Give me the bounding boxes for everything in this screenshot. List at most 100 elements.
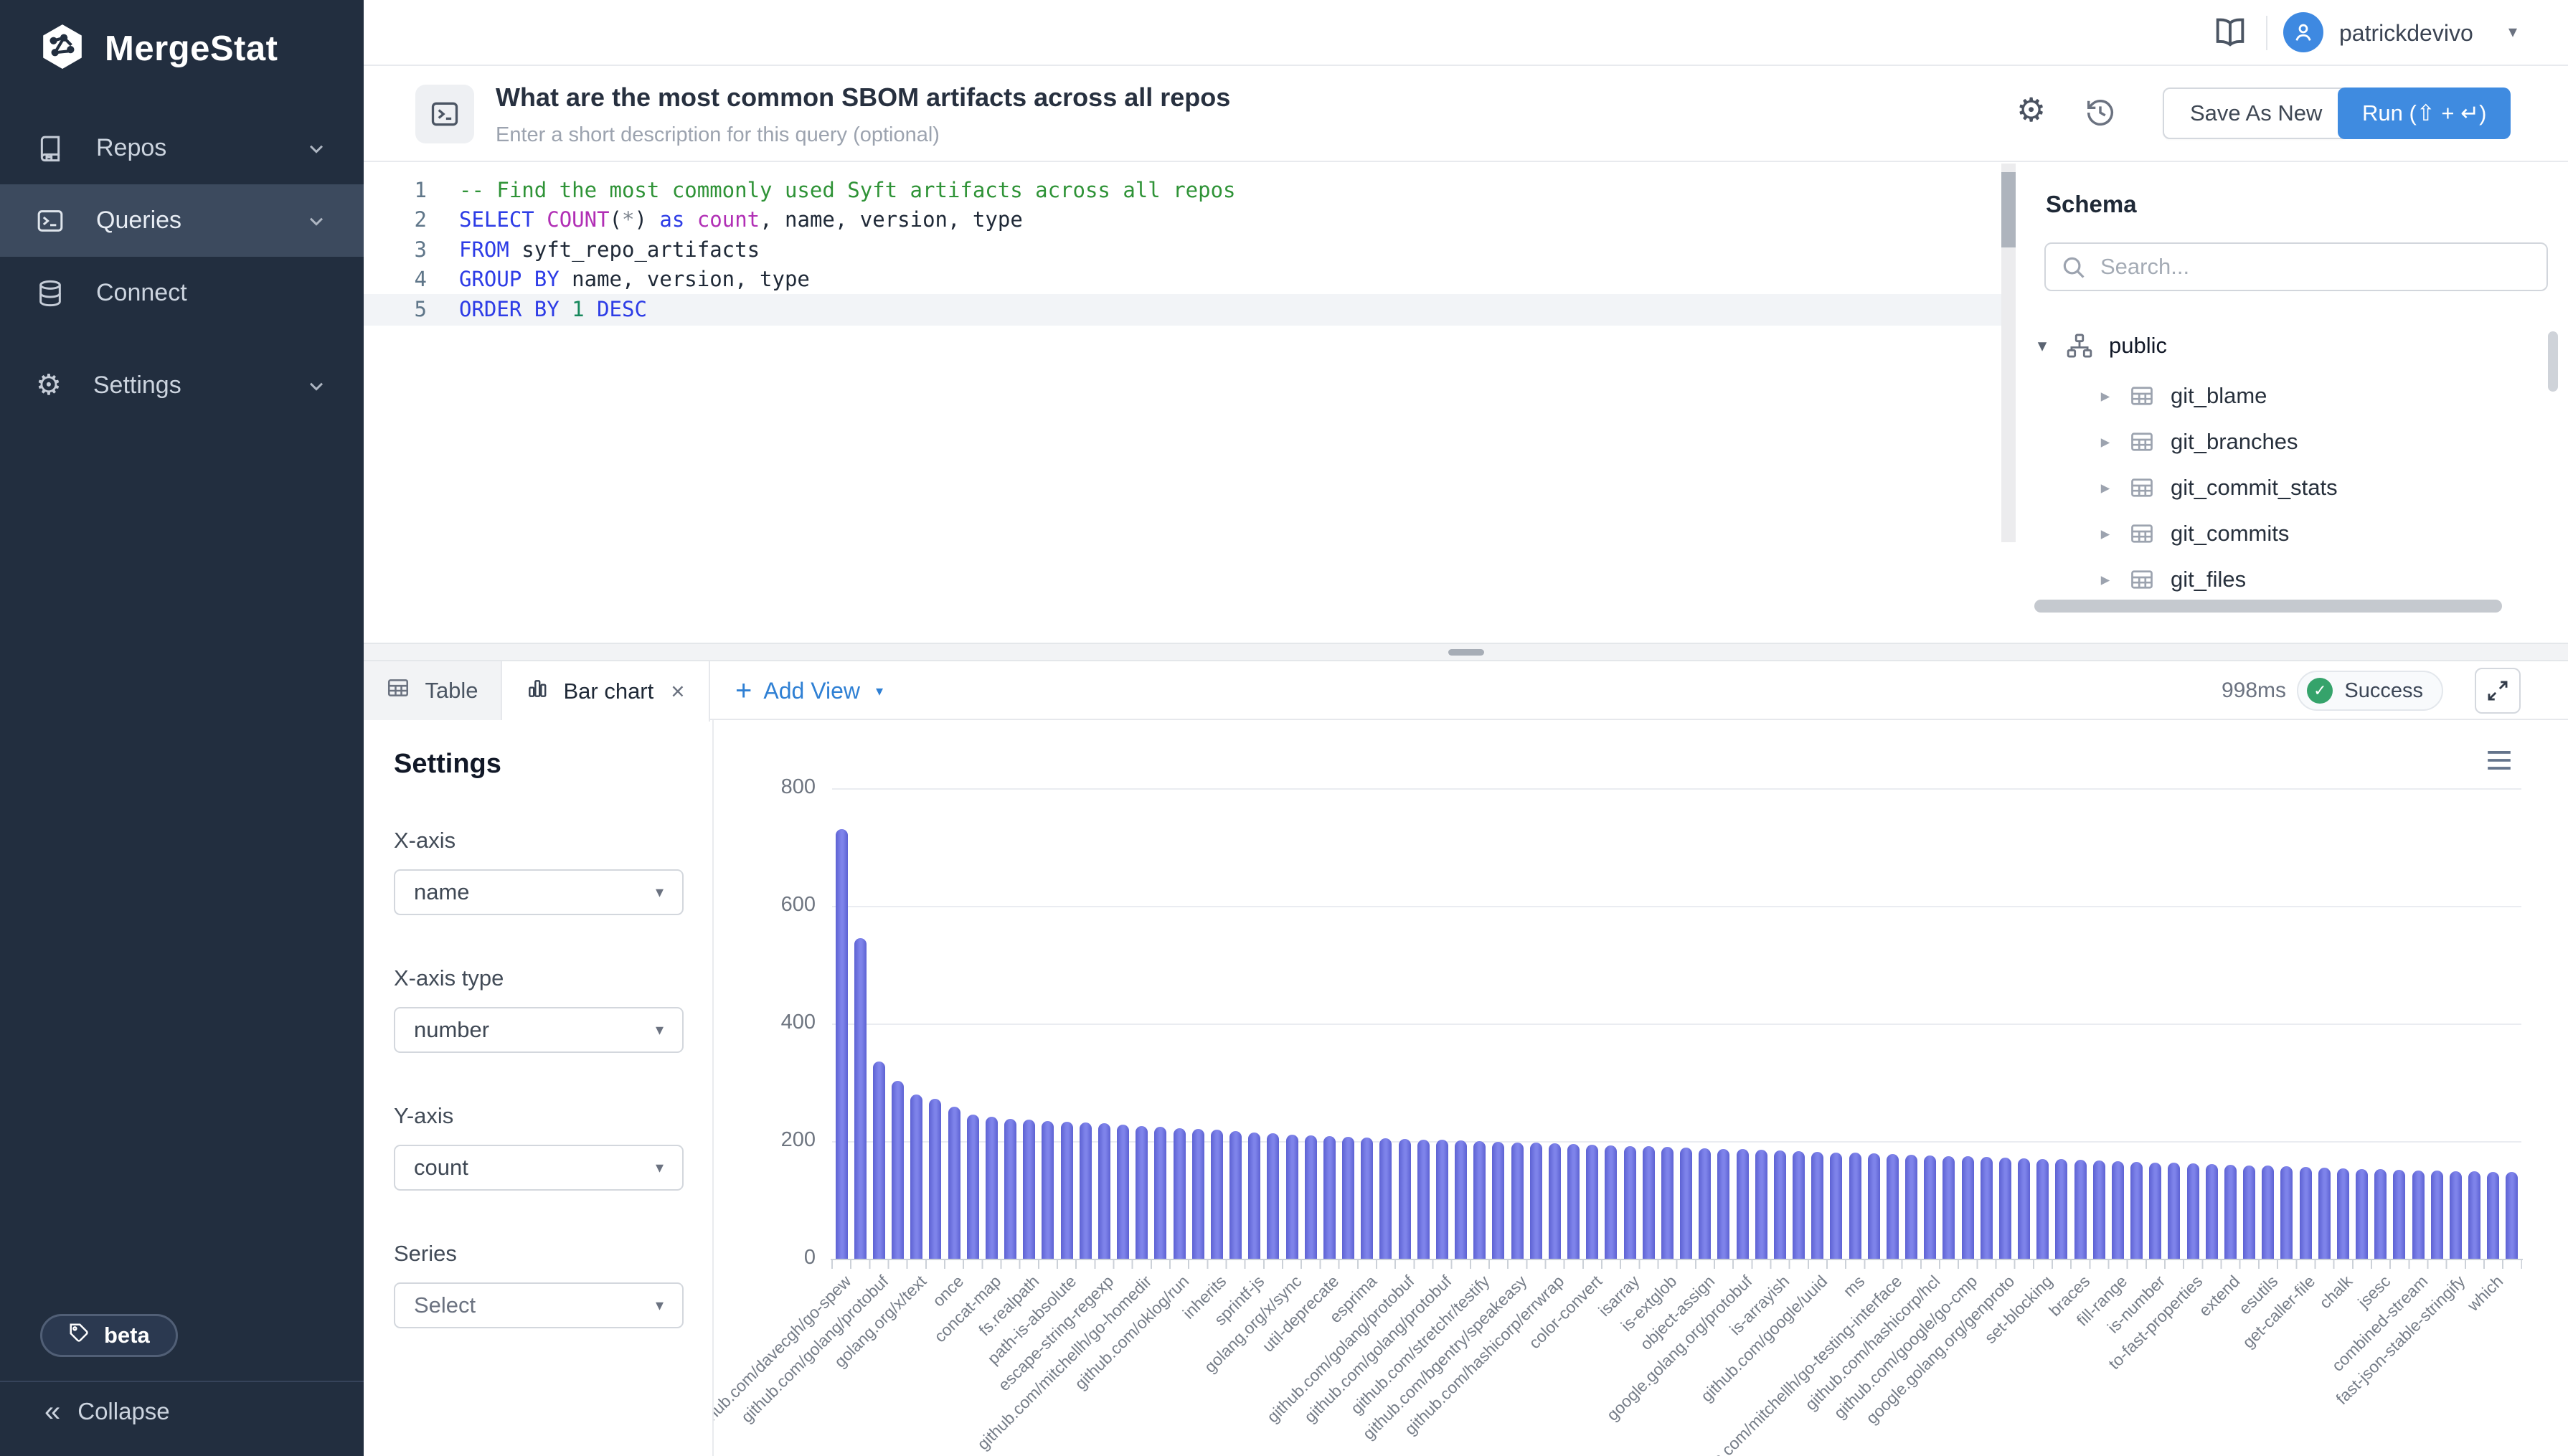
tree-node-git_blame[interactable]: ▸git_blame [2017,373,2548,419]
caret-right-icon[interactable]: ▸ [2095,477,2116,498]
bar[interactable] [2412,1171,2425,1259]
bar[interactable] [1267,1133,1279,1259]
bar[interactable] [1061,1122,1073,1259]
username[interactable]: patrickdevivo [2339,20,2473,47]
bar[interactable] [1699,1148,1711,1259]
sidebar-item-queries[interactable]: Queries [0,184,364,257]
bar[interactable] [1530,1143,1542,1259]
bar[interactable] [948,1107,960,1259]
bar[interactable] [1661,1147,1674,1259]
sql-editor[interactable]: 1-- Find the most commonly used Syft art… [364,162,2017,643]
bar[interactable] [1042,1121,1054,1259]
query-description-input[interactable]: Enter a short description for this query… [496,123,940,147]
bar[interactable] [1962,1156,1974,1259]
schema-hscrollbar-thumb[interactable] [2034,600,2502,613]
bar[interactable] [1737,1149,1749,1259]
sidebar-item-connect[interactable]: Connect [0,257,364,329]
bar[interactable] [2018,1158,2030,1259]
caret-right-icon[interactable]: ▸ [2095,523,2116,544]
bar[interactable] [2074,1160,2087,1259]
bar[interactable] [1793,1151,1805,1259]
tree-node-git_commit_stats[interactable]: ▸git_commit_stats [2017,465,2548,511]
bar[interactable] [2168,1163,2180,1259]
query-title[interactable]: What are the most common SBOM artifacts … [496,82,1230,113]
bar[interactable] [1830,1153,1842,1259]
bar[interactable] [2149,1163,2161,1259]
bar[interactable] [1211,1130,1223,1259]
bar[interactable] [2506,1172,2518,1259]
collapse-button[interactable]: « Collapse [44,1397,170,1426]
sidebar-item-repos[interactable]: Repos [0,112,364,184]
schema-vscrollbar-thumb[interactable] [2548,331,2558,392]
bar[interactable] [1286,1135,1298,1259]
bar[interactable] [1023,1120,1035,1259]
bar[interactable] [1680,1148,1692,1259]
bar[interactable] [2431,1171,2443,1259]
bar[interactable] [929,1099,941,1259]
bar[interactable] [1999,1158,2011,1259]
bar[interactable] [1305,1135,1317,1259]
save-as-new-button[interactable]: Save As New [2163,88,2349,139]
bar[interactable] [1436,1140,1448,1259]
tree-node-git_branches[interactable]: ▸git_branches [2017,419,2548,465]
tab-table[interactable]: Table [364,661,502,720]
bar[interactable] [2187,1163,2199,1259]
add-view-button[interactable]: + Add View ▾ [735,661,883,720]
series-select[interactable]: Select▾ [394,1282,684,1328]
bar[interactable] [2450,1171,2462,1259]
bar[interactable] [2036,1159,2049,1259]
panel-splitter[interactable] [364,643,2568,661]
bar[interactable] [2112,1161,2124,1259]
bar[interactable] [1942,1156,1955,1259]
bar[interactable] [2262,1166,2274,1259]
bar[interactable] [2130,1162,2143,1259]
bar[interactable] [2224,1165,2237,1259]
bar[interactable] [1887,1154,1899,1259]
schema-search-input[interactable]: Search... [2044,242,2548,291]
bar[interactable] [854,938,867,1259]
bar[interactable] [2206,1164,2218,1259]
caret-right-icon[interactable]: ▸ [2095,431,2116,453]
caret-right-icon[interactable]: ▸ [2095,385,2116,407]
bar[interactable] [1549,1143,1561,1259]
bar[interactable] [2243,1166,2255,1259]
bar[interactable] [2318,1168,2331,1259]
y-axis-select[interactable]: count▾ [394,1145,684,1191]
bar[interactable] [1924,1155,1936,1259]
bar[interactable] [1192,1129,1204,1259]
caret-right-icon[interactable]: ▸ [2095,569,2116,590]
tree-node-git_files[interactable]: ▸git_files [2017,557,2548,600]
bar[interactable] [1342,1137,1354,1259]
query-settings-gear-icon[interactable]: ⚙ [2016,93,2046,126]
bar[interactable] [1154,1127,1166,1259]
sidebar-item-settings[interactable]: ⚙Settings [0,349,364,422]
bar[interactable] [1098,1123,1110,1259]
bar[interactable] [1624,1146,1636,1259]
bar[interactable] [1323,1136,1336,1259]
bar[interactable] [1492,1142,1504,1259]
bar[interactable] [2300,1167,2312,1259]
user-menu-caret-icon[interactable]: ▾ [2508,22,2517,42]
bar[interactable] [1248,1133,1260,1259]
expand-results-button[interactable] [2475,668,2521,714]
docs-book-icon[interactable] [2211,14,2249,52]
bar[interactable] [2487,1172,2499,1259]
bar[interactable] [910,1095,922,1259]
bar[interactable] [1717,1149,1729,1259]
bar[interactable] [967,1115,979,1259]
bar[interactable] [1004,1119,1016,1259]
bar[interactable] [1080,1122,1092,1259]
bar[interactable] [1755,1150,1767,1259]
bar[interactable] [1399,1139,1411,1259]
bar[interactable] [2468,1171,2480,1259]
bar[interactable] [1868,1153,1880,1259]
splitter-drag-handle[interactable] [1448,649,1484,656]
bar[interactable] [892,1081,904,1259]
tab-bar-chart[interactable]: Bar chart × [502,661,710,722]
bar[interactable] [2337,1168,2349,1259]
bar[interactable] [1774,1150,1786,1259]
chart-menu-icon[interactable] [2486,749,2513,775]
bar[interactable] [986,1117,998,1259]
bar[interactable] [1417,1140,1430,1259]
bar[interactable] [2356,1169,2368,1259]
